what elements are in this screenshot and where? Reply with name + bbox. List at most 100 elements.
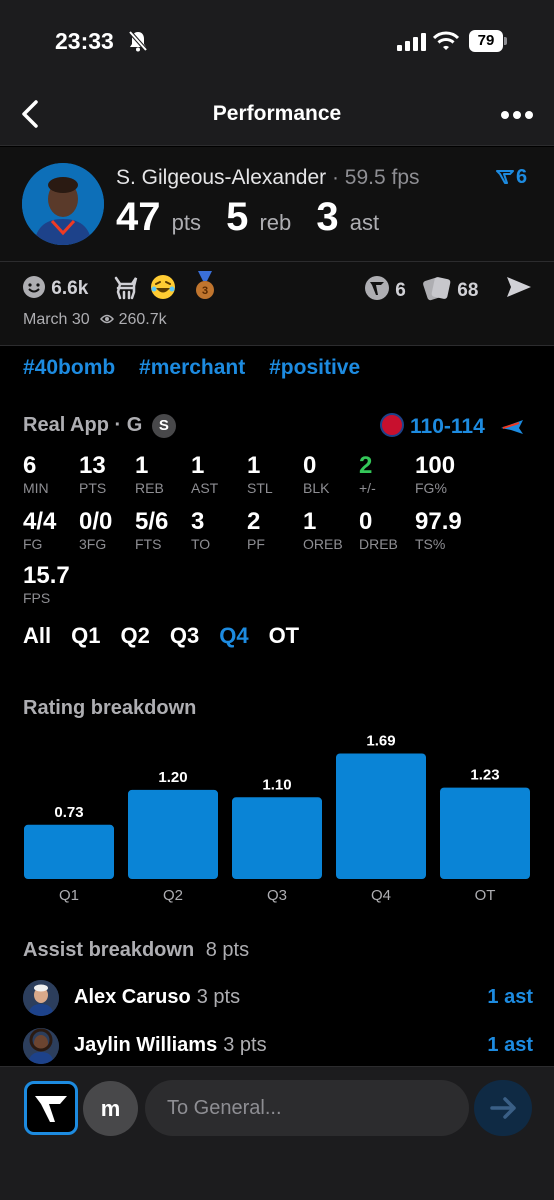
chat-input[interactable] <box>145 1080 469 1136</box>
more-options-icon[interactable] <box>500 110 534 120</box>
chart-bar[interactable] <box>24 824 114 879</box>
assist-breakdown-total: 8 pts <box>205 939 250 961</box>
x-tick-label: Q1 <box>59 887 79 904</box>
cards-count-value: 68 <box>457 280 479 301</box>
battery-level: 79 <box>469 30 503 52</box>
teammate-name: Jaylin Williams <box>74 1034 218 1056</box>
view-count: 260.7k <box>118 311 167 328</box>
stat-label: FTS <box>135 536 162 552</box>
bell-off-icon <box>128 30 148 52</box>
reactions-bar: 6.6k 3 6 68 March 30 260.7k <box>0 262 554 346</box>
rebounds-unit: reb <box>259 210 292 235</box>
post-meta: March 30 260.7k <box>23 311 167 329</box>
player-name-line: S. Gilgeous-Alexander · 59.5 fps <box>116 166 420 190</box>
chart-bar[interactable] <box>336 753 426 879</box>
versus-circle-icon <box>365 276 389 300</box>
stat-value: 2 <box>247 508 261 535</box>
rebounds-value: 5 <box>226 195 249 239</box>
stat-value: 4/4 <box>23 508 57 535</box>
assist-row[interactable]: Alex Caruso 3 pts 1 ast <box>23 980 533 1016</box>
versus-count-value: 6 <box>516 166 528 188</box>
hashtag[interactable]: #positive <box>269 356 360 379</box>
send-message-button[interactable] <box>474 1080 532 1136</box>
tab-q1[interactable]: Q1 <box>71 623 100 648</box>
score-value: 110-114 <box>410 415 485 438</box>
stat-label: PF <box>247 536 265 552</box>
player-header: S. Gilgeous-Alexander · 59.5 fps 6 47 pt… <box>0 147 554 262</box>
tab-q3[interactable]: Q3 <box>170 623 199 648</box>
like-reaction[interactable]: 6.6k <box>22 275 88 300</box>
game-score[interactable]: 110-114 <box>380 413 525 439</box>
arrow-right-icon <box>490 1097 516 1119</box>
bar-value-label: 1.23 <box>470 767 499 784</box>
x-tick-label: Q4 <box>371 887 391 904</box>
stat-cell: 0 DREB <box>359 508 398 552</box>
game-source-label: Real App · G <box>23 414 143 436</box>
chart-bar[interactable] <box>232 797 322 879</box>
status-time: 23:33 <box>55 28 114 54</box>
versus-count[interactable]: 6 <box>496 166 527 189</box>
tab-q4[interactable]: Q4 <box>219 623 248 648</box>
post-date: March 30 <box>23 311 90 328</box>
chart-bar[interactable] <box>128 789 218 879</box>
stat-label: FG% <box>415 480 447 496</box>
hashtag[interactable]: #merchant <box>139 356 245 379</box>
send-share-icon[interactable] <box>505 275 533 299</box>
goat-icon[interactable] <box>112 274 140 300</box>
stat-cell: 5/6 FTS <box>135 508 168 552</box>
stat-cell: 0/0 3FG <box>79 508 112 552</box>
stat-label: OREB <box>303 536 343 552</box>
teammate-name-line: Jaylin Williams 3 pts <box>74 1034 267 1057</box>
teammate-points: 3 pts <box>223 1034 267 1056</box>
versus-icon <box>496 170 514 184</box>
stat-label: TS% <box>415 536 446 552</box>
versus-share[interactable]: 6 <box>364 275 406 302</box>
chat-bar: m <box>0 1066 554 1200</box>
versus-share-count: 6 <box>395 280 406 301</box>
bronze-medal-icon[interactable]: 3 <box>192 271 218 301</box>
assist-count: 1 ast <box>487 986 533 1008</box>
x-tick-label: Q2 <box>163 887 183 904</box>
bar-value-label: 1.69 <box>366 732 395 749</box>
stat-label: FPS <box>23 590 51 606</box>
stat-value: 15.7 <box>23 562 70 589</box>
assist-row[interactable]: Jaylin Williams 3 pts 1 ast <box>23 1028 533 1064</box>
bar-value-label: 1.20 <box>158 769 187 786</box>
stat-value: 3 <box>191 508 205 535</box>
user-avatar-button[interactable]: m <box>83 1081 138 1136</box>
stat-label: TO <box>191 536 211 552</box>
assist-count: 1 ast <box>487 1034 533 1056</box>
stat-value: 1 <box>191 452 205 479</box>
assists-unit: ast <box>349 210 380 235</box>
assists-value: 3 <box>316 195 339 239</box>
top-bar: 23:33 79 Performance <box>0 0 554 146</box>
tab-all[interactable]: All <box>23 623 51 648</box>
stat-value: 6 <box>23 452 37 479</box>
laughing-emoji-icon[interactable] <box>150 274 176 300</box>
stat-cell: 2 +/- <box>359 452 376 496</box>
teammate-avatar <box>23 1028 59 1064</box>
stat-cell: 2 PF <box>247 508 265 552</box>
thunder-logo-icon <box>500 420 523 434</box>
game-source: Real App · G S <box>23 414 176 438</box>
hashtag[interactable]: #40bomb <box>23 356 115 379</box>
stat-value: 0 <box>303 452 317 479</box>
hashtags: #40bomb #merchant #positive <box>23 356 378 380</box>
tab-ot[interactable]: OT <box>269 623 300 648</box>
stat-label: STL <box>247 480 273 496</box>
stat-label: AST <box>191 480 219 496</box>
assist-breakdown-title: Assist breakdown 8 pts <box>23 939 249 962</box>
stat-cell: 1 STL <box>247 452 273 496</box>
player-avatar[interactable] <box>22 163 104 245</box>
cards-count[interactable]: 68 <box>422 275 478 302</box>
chart-bar[interactable] <box>440 787 530 879</box>
stat-cell: 1 REB <box>135 452 164 496</box>
stat-label: FG <box>23 536 43 552</box>
stat-cell: 97.9 TS% <box>415 508 462 552</box>
rating-breakdown-title: Rating breakdown <box>23 697 197 719</box>
tab-q2[interactable]: Q2 <box>120 623 149 648</box>
app-logo-button[interactable] <box>24 1081 78 1135</box>
teammate-points: 3 pts <box>196 986 241 1008</box>
battery-indicator: 79 <box>469 30 507 52</box>
svg-text:3: 3 <box>202 285 208 297</box>
